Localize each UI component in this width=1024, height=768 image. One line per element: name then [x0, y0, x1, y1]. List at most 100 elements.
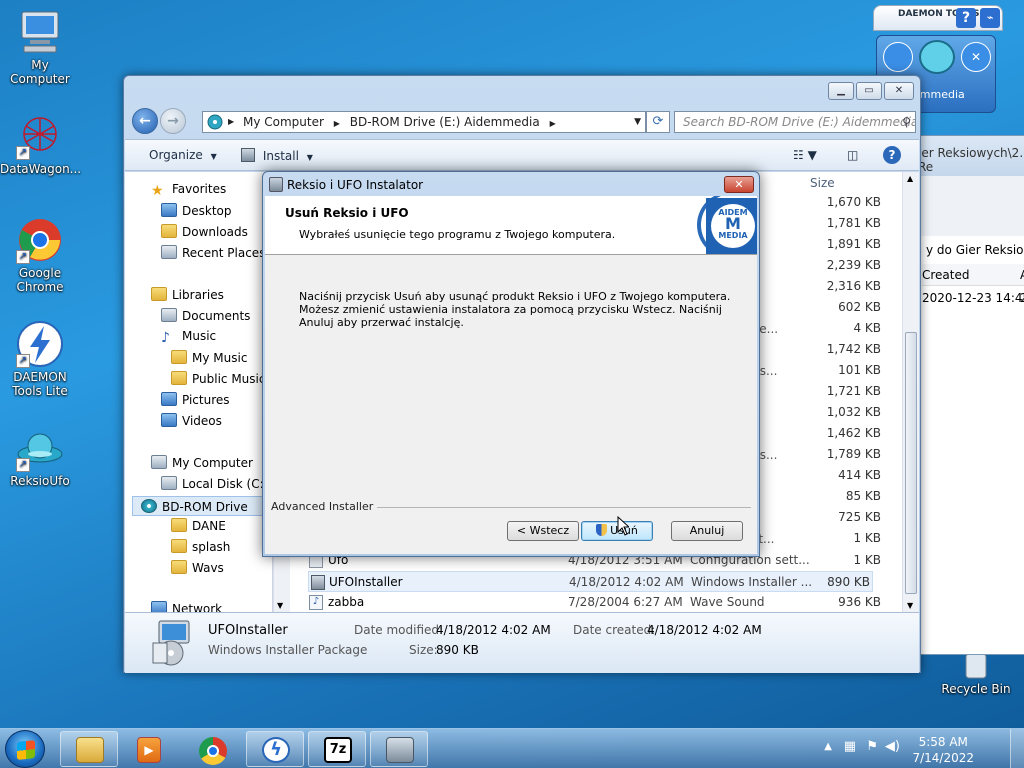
desktop-icon-reksioufo[interactable]: ↗ ReksioUfo — [0, 424, 80, 488]
file-size: 1 KB — [853, 531, 881, 545]
nav-local-disk[interactable]: Local Disk (C:) — [161, 476, 268, 491]
show-hidden-icons-icon[interactable]: ▲ — [824, 741, 832, 752]
address-bar[interactable]: ▶ My Computer ▶ BD-ROM Drive (E:) Aidemm… — [202, 111, 646, 133]
nav-folder-dane[interactable]: DANE — [171, 518, 226, 533]
taskbar-installer[interactable] — [370, 731, 428, 767]
nav-folder-wavs[interactable]: Wavs — [171, 560, 224, 575]
file-list-scrollbar[interactable]: ▲ ▼ — [902, 172, 919, 612]
background-explorer-window[interactable]: ier Reksiowych\2. Re y do Gier Reksiowyc… — [905, 135, 1024, 655]
address-dropdown-icon[interactable]: ▼ — [634, 112, 641, 132]
nav-my-computer[interactable]: My Computer — [151, 455, 253, 470]
nav-bdrom-drive[interactable]: BD-ROM Drive — [132, 496, 266, 516]
forward-button[interactable]: → — [160, 108, 186, 134]
desktop-icon-daemon-tools[interactable]: ↗ DAEMON Tools Lite — [0, 320, 80, 398]
installer-dialog[interactable]: Reksio i UFO Instalator ✕ Usuń Reksio i … — [262, 171, 760, 557]
nav-music[interactable]: ♪ Music — [161, 329, 217, 346]
recycle-bin-icon — [952, 652, 1000, 680]
dialog-title: Reksio i UFO Instalator — [287, 178, 424, 192]
nav-recent-places[interactable]: Recent Places — [161, 245, 265, 260]
back-button[interactable]: ← — [132, 108, 158, 134]
taskbar-daemon-tools[interactable]: ϟ — [246, 731, 304, 767]
play-icon[interactable] — [883, 42, 913, 72]
daemon-bolt-icon: ϟ — [262, 737, 290, 763]
daemon-bolt-icon: ↗ — [16, 320, 64, 368]
cancel-button[interactable]: Anuluj — [671, 521, 743, 541]
nav-network[interactable]: Network — [151, 601, 222, 612]
column-extra[interactable]: A — [1020, 268, 1024, 282]
file-row[interactable]: ♪ zabba 7/28/2004 6:27 AM Wave Sound 936… — [290, 592, 902, 612]
desktop-icon-datawagon[interactable]: ↗ DataWagon... — [0, 112, 81, 176]
organize-button[interactable]: Organize ▼ — [149, 148, 217, 162]
nav-my-music[interactable]: My Music — [171, 350, 247, 365]
pictures-icon — [161, 392, 177, 406]
preview-pane-button[interactable]: ◫ — [847, 148, 858, 162]
network-icon — [151, 601, 167, 612]
rss-icon[interactable]: ⌁ — [980, 8, 1000, 28]
taskbar-media-player[interactable]: ▶ — [120, 731, 178, 767]
taskbar-7zip[interactable]: 7z — [308, 731, 366, 767]
ufo-icon: ↗ — [16, 424, 64, 472]
nav-favorites[interactable]: ★ Favorites — [151, 182, 226, 199]
close-button[interactable]: ✕ — [884, 82, 914, 100]
aidem-media-logo: AIDEM М MEDIA — [706, 198, 757, 254]
ufo-icon — [919, 40, 955, 74]
file-size: 1,670 KB — [826, 195, 881, 209]
nav-folder-splash[interactable]: splash — [171, 539, 230, 554]
network-icon[interactable]: ▦ — [844, 739, 856, 754]
start-button[interactable] — [5, 730, 45, 768]
action-center-icon[interactable]: ⚑ — [866, 739, 878, 754]
breadcrumb-drive[interactable]: BD-ROM Drive (E:) Aidemmedia — [350, 115, 540, 129]
installer-icon — [386, 737, 414, 763]
view-options-button[interactable]: ☷ ▼ — [793, 148, 817, 162]
column-created[interactable]: Created — [922, 268, 970, 282]
dialog-close-button[interactable]: ✕ — [724, 176, 754, 193]
desktop-icon-recycle-bin[interactable]: Recycle Bin — [936, 652, 1016, 696]
file-date: 7/28/2004 6:27 AM — [568, 595, 683, 609]
tools-icon[interactable]: ✕ — [961, 42, 991, 72]
folder-icon — [171, 560, 187, 574]
install-button[interactable]: Install ▼ — [241, 148, 313, 163]
taskbar-chrome[interactable] — [184, 731, 242, 767]
nav-public-music[interactable]: Public Music — [171, 371, 265, 386]
shortcut-arrow-icon: ↗ — [16, 250, 30, 264]
scroll-down-icon[interactable]: ▼ — [277, 601, 283, 610]
scroll-up-icon[interactable]: ▲ — [907, 174, 913, 183]
file-size: 1,462 KB — [826, 426, 881, 440]
desktop-icon-my-computer[interactable]: My Computer — [0, 8, 80, 86]
scrollbar-thumb[interactable] — [905, 332, 917, 594]
refresh-button[interactable]: ⟳ — [646, 111, 670, 133]
minimize-button[interactable]: ▁ — [828, 82, 854, 100]
column-size[interactable]: Size — [810, 176, 835, 190]
maximize-button[interactable]: ▭ — [856, 82, 882, 100]
nav-downloads[interactable]: Downloads — [161, 224, 248, 239]
file-row-selected[interactable]: UFOInstaller 4/18/2012 4:02 AM Windows I… — [308, 571, 873, 592]
taskbar-explorer[interactable] — [60, 731, 118, 767]
file-name: zabba — [328, 595, 365, 609]
volume-icon[interactable]: ◀) — [885, 739, 900, 754]
recent-places-icon — [161, 245, 177, 259]
folder-icon — [171, 518, 187, 532]
search-icon[interactable]: ⚲ — [902, 112, 911, 132]
nav-documents[interactable]: Documents — [161, 308, 250, 323]
nav-label: Music — [182, 329, 217, 343]
file-size: 936 KB — [838, 595, 881, 609]
search-input[interactable]: Search BD-ROM Drive (E:) Aidemmedia ⚲ — [674, 111, 916, 133]
breadcrumb-separator: ▶ — [549, 119, 556, 128]
file-size: 414 KB — [838, 468, 881, 482]
nav-videos[interactable]: Videos — [161, 413, 222, 428]
nav-libraries[interactable]: Libraries — [151, 287, 224, 302]
nav-label: splash — [192, 540, 231, 554]
command-bar: Organize ▼ Install ▼ ☷ ▼ ◫ ? — [125, 139, 919, 171]
scroll-down-icon[interactable]: ▼ — [907, 601, 913, 610]
clock[interactable]: 5:58 AM 7/14/2022 — [912, 734, 974, 766]
breadcrumb-my-computer[interactable]: My Computer — [243, 115, 324, 129]
back-button[interactable]: < Wstecz — [507, 521, 579, 541]
desktop-icon-label: Google Chrome — [16, 266, 64, 294]
help-icon[interactable]: ? — [956, 8, 976, 28]
desktop-icon-chrome[interactable]: ↗ Google Chrome — [0, 216, 80, 294]
show-desktop-button[interactable] — [1010, 729, 1024, 768]
dialog-banner: Usuń Reksio i UFO Wybrałeś usunięcie teg… — [265, 196, 757, 255]
help-icon[interactable]: ? — [883, 146, 901, 164]
nav-pictures[interactable]: Pictures — [161, 392, 230, 407]
nav-desktop[interactable]: Desktop — [161, 203, 232, 218]
